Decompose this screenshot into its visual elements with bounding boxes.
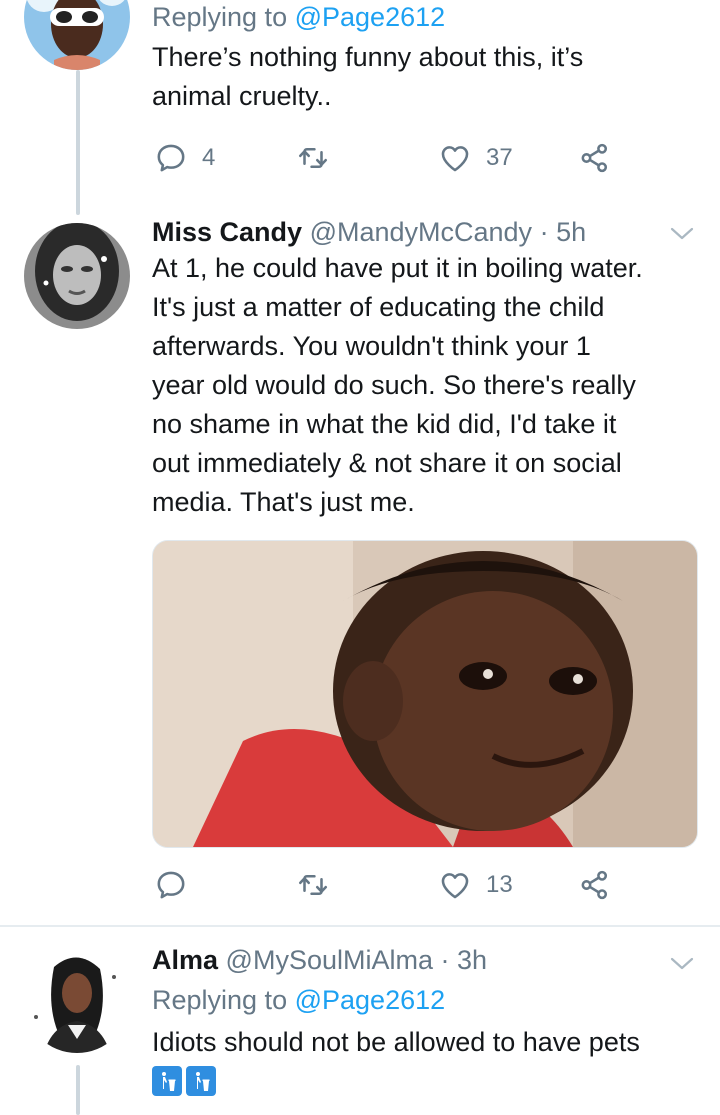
reply-count: 4 xyxy=(202,144,216,171)
tweet-text-line: year old would do such. So there's reall… xyxy=(152,370,636,400)
like-count: 13 xyxy=(486,871,513,898)
tweet-text-line: media. That's just me. xyxy=(152,487,415,517)
retweet-icon xyxy=(298,147,328,169)
share-button[interactable] xyxy=(578,865,612,905)
replying-to-label: Replying to xyxy=(152,2,288,32)
tweet-header: Miss Candy @MandyMcCandy · 5h xyxy=(152,215,700,249)
timestamp[interactable]: 3h xyxy=(457,945,487,975)
emoji-row xyxy=(152,1066,700,1098)
tweet-text-line: There’s nothing funny about this, it’s xyxy=(152,42,584,72)
tweet-1[interactable]: Replying to @Page2612 There’s nothing fu… xyxy=(0,0,720,215)
heart-icon xyxy=(441,146,469,172)
tweet-text-line: It's just a matter of educating the chil… xyxy=(152,292,605,322)
tweet-text-line: At 1, he could have put it in boiling wa… xyxy=(152,253,643,283)
chevron-down-icon[interactable] xyxy=(670,957,694,971)
user-handle[interactable]: @MySoulMiAlma xyxy=(226,945,433,975)
like-button[interactable]: 13 xyxy=(438,865,513,905)
reply-icon xyxy=(157,144,185,172)
tweet-text-line: Idiots should not be allowed to have pet… xyxy=(152,1027,640,1057)
avatar[interactable] xyxy=(24,0,130,70)
timestamp[interactable]: 5h xyxy=(556,217,586,247)
tweet-text-line: afterwards. You wouldn't think your 1 xyxy=(152,331,591,361)
thread-line xyxy=(76,70,80,215)
like-count: 37 xyxy=(486,144,513,171)
replying-to: Replying to @Page2612 xyxy=(152,0,700,34)
mention-link[interactable]: @Page2612 xyxy=(295,2,446,32)
tweet-actions: 13 xyxy=(152,865,622,905)
separator-dot: · xyxy=(539,217,549,247)
share-icon xyxy=(581,143,608,173)
mention-link[interactable]: @Page2612 xyxy=(295,985,446,1015)
thread-line xyxy=(76,1065,80,1115)
tweet-text-line: out immediately & not share it on social xyxy=(152,448,622,478)
share-button[interactable] xyxy=(578,138,612,178)
share-icon xyxy=(581,870,608,900)
retweet-button[interactable] xyxy=(296,865,330,905)
reply-button[interactable]: 4 xyxy=(154,138,215,178)
chevron-down-icon[interactable] xyxy=(670,227,694,241)
tweet-actions: 4 37 xyxy=(152,138,622,178)
display-name[interactable]: Miss Candy xyxy=(152,217,302,247)
replying-to: Replying to @Page2612 xyxy=(152,983,700,1017)
retweet-icon xyxy=(298,874,328,896)
separator-dot: · xyxy=(440,945,450,975)
display-name[interactable]: Alma xyxy=(152,945,218,975)
avatar[interactable] xyxy=(24,223,130,329)
tweet-header: Alma @MySoulMiAlma · 3h xyxy=(152,943,700,977)
tweet-text: Idiots should not be allowed to have pet… xyxy=(152,1023,700,1062)
tweet-3[interactable]: Alma @MySoulMiAlma · 3h Replying to @Pag… xyxy=(0,927,720,1115)
like-button[interactable]: 37 xyxy=(438,138,513,178)
litter-in-bin-icon xyxy=(152,1066,182,1096)
litter-in-bin-icon xyxy=(186,1066,216,1096)
retweet-button[interactable] xyxy=(296,138,330,178)
avatar[interactable] xyxy=(24,947,130,1053)
replying-to-label: Replying to xyxy=(152,985,288,1015)
reply-icon xyxy=(157,871,185,899)
tweet-text: There’s nothing funny about this, it’s a… xyxy=(152,38,700,116)
tweet-text-line: animal cruelty.. xyxy=(152,81,332,111)
tweet-text-line: no shame in what the kid did, I'd take i… xyxy=(152,409,617,439)
tweet-text: At 1, he could have put it in boiling wa… xyxy=(152,249,700,522)
reply-button[interactable] xyxy=(154,865,202,905)
tweet-2[interactable]: Miss Candy @MandyMcCandy · 5h At 1, he c… xyxy=(0,215,720,925)
user-handle[interactable]: @MandyMcCandy xyxy=(310,217,533,247)
heart-icon xyxy=(441,873,469,899)
tweet-photo[interactable] xyxy=(152,540,698,848)
